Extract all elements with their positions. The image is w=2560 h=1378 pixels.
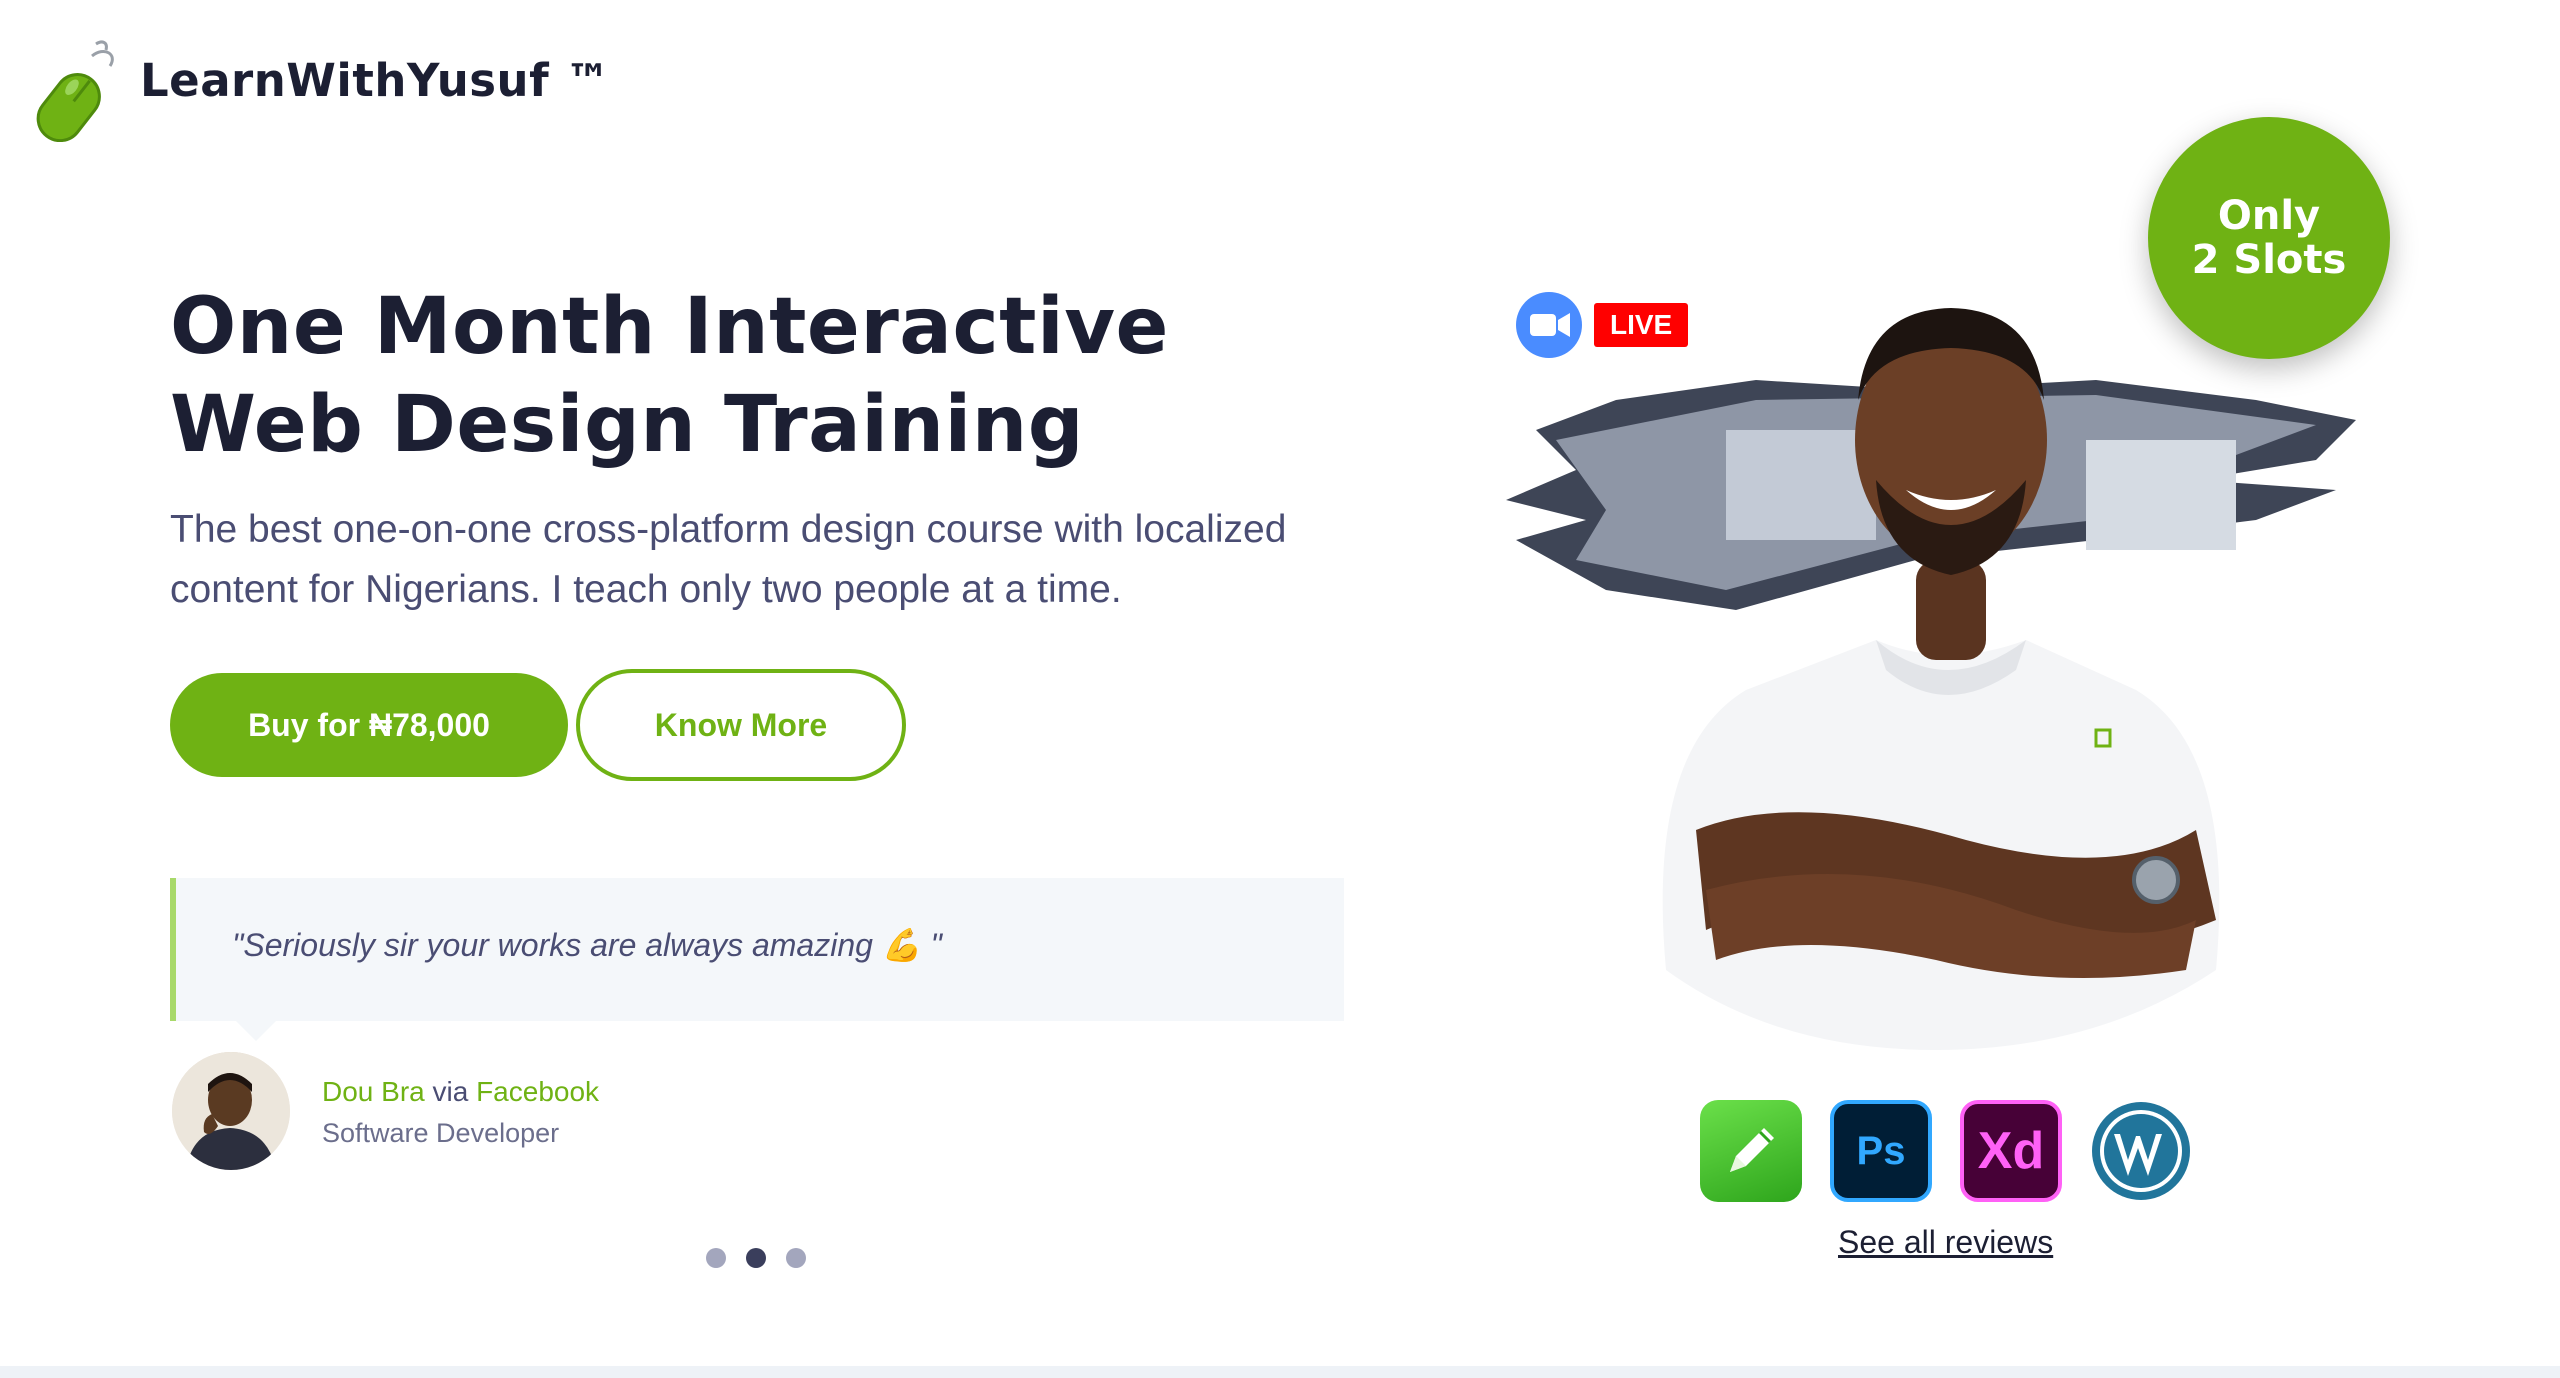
reviewer-avatar — [172, 1052, 290, 1170]
reviewer-name[interactable]: Dou Bra — [322, 1076, 425, 1107]
live-badge: LIVE — [1594, 303, 1689, 347]
brand-name: LearnWithYusuf ™ — [140, 53, 611, 107]
live-session-indicator: LIVE — [1516, 292, 1689, 358]
brand-logo[interactable]: LearnWithYusuf ™ — [26, 36, 611, 143]
slide-dot-1[interactable] — [706, 1248, 726, 1268]
via-text: via — [432, 1076, 469, 1107]
wordpress-icon — [2090, 1100, 2192, 1202]
hero-subheading: The best one-on-one cross-platform desig… — [170, 508, 1287, 611]
photoshop-icon: Ps — [1830, 1100, 1932, 1202]
xd-label: Xd — [1977, 1122, 2045, 1180]
instructor-photo — [1496, 230, 2376, 1090]
testimonial-quote-box: "Seriously sir your works are always ama… — [170, 878, 1344, 1041]
buy-button[interactable]: Buy for ₦78,000 — [170, 673, 568, 777]
mouse-logo-icon — [26, 36, 126, 143]
page-title: One Month Interactive Web Design Trainin… — [170, 278, 1170, 474]
slide-dot-2[interactable] — [746, 1248, 766, 1268]
review-source-link[interactable]: Facebook — [476, 1076, 599, 1107]
testimonial-pagination — [706, 1248, 806, 1268]
testimonial-quote: "Seriously sir your works are always ama… — [232, 927, 942, 963]
quote-tail — [236, 1021, 276, 1041]
headline-line-2: Web Design Training — [170, 380, 1085, 470]
photoshop-label: Ps — [1856, 1128, 1906, 1173]
adobe-xd-icon: Xd — [1960, 1100, 2062, 1202]
section-divider — [0, 1366, 2560, 1378]
slots-available-badge: Only 2 Slots — [2148, 117, 2390, 359]
slots-line-1: Only — [2217, 193, 2321, 239]
slide-dot-3[interactable] — [786, 1248, 806, 1268]
vectornator-icon — [1700, 1100, 1802, 1202]
reviewer-attribution: Dou Bra via Facebook — [322, 1076, 599, 1108]
see-all-reviews-link[interactable]: See all reviews — [1838, 1224, 2053, 1261]
tool-icons-row: Ps Xd — [1700, 1100, 2192, 1202]
zoom-video-icon — [1516, 292, 1582, 358]
slots-line-2: 2 Slots — [2191, 237, 2347, 283]
headline-line-1: One Month Interactive — [170, 282, 1169, 372]
know-more-button[interactable]: Know More — [576, 669, 906, 781]
reviewer-role: Software Developer — [322, 1118, 560, 1148]
